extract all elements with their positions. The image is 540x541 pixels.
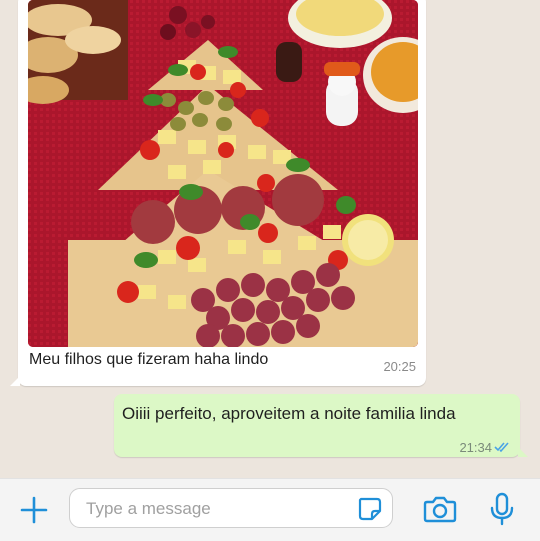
message-timestamp: 20:25: [383, 359, 416, 374]
plus-icon[interactable]: [18, 494, 50, 526]
message-caption: Meu filhos que fizeram haha lindo: [29, 351, 269, 368]
outgoing-message-bubble[interactable]: Oiiii perfeito, aproveitem a noite famil…: [114, 394, 528, 457]
photo-illustration: [28, 0, 418, 347]
message-composer: [0, 478, 540, 541]
message-input[interactable]: [84, 497, 348, 521]
message-text: Oiiii perfeito, aproveitem a noite famil…: [122, 404, 456, 423]
read-double-check-icon: [494, 442, 509, 453]
mic-icon[interactable]: [487, 491, 517, 527]
message-photo[interactable]: [28, 0, 418, 347]
sticker-icon[interactable]: [356, 495, 384, 523]
bubble-tail: [10, 376, 20, 386]
bubble-tail: [518, 447, 528, 457]
message-input-container[interactable]: [69, 488, 393, 528]
chat-area: Meu filhos que fizeram haha lindo 20:25 …: [0, 0, 540, 478]
camera-icon[interactable]: [423, 493, 457, 525]
message-timestamp: 21:34: [459, 440, 492, 455]
incoming-message-bubble[interactable]: Meu filhos que fizeram haha lindo 20:25: [10, 0, 426, 386]
